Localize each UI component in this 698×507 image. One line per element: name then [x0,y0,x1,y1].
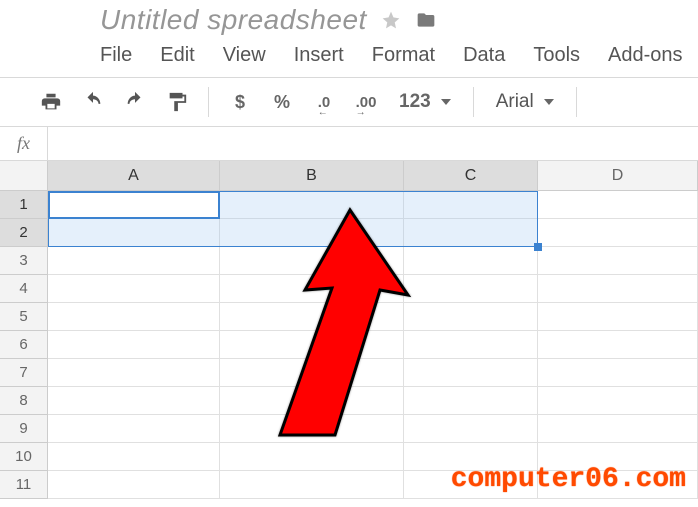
column-header-d[interactable]: D [538,161,698,190]
row-header-9[interactable]: 9 [0,415,47,443]
menu-addons[interactable]: Add-ons [608,44,683,67]
print-icon[interactable] [34,84,68,120]
paint-format-icon[interactable] [160,84,194,120]
cells-area[interactable] [48,191,698,499]
column-header-c[interactable]: C [404,161,538,190]
menu-file[interactable]: File [100,44,132,67]
chevron-down-icon [544,99,554,105]
fx-label: fx [0,127,48,160]
number-format-dropdown[interactable]: 123 [391,91,459,113]
row-header-2[interactable]: 2 [0,219,47,247]
menu-data[interactable]: Data [463,44,505,67]
formula-input[interactable] [48,127,698,160]
decrease-decimal-button[interactable]: .0← [307,84,341,120]
font-family-dropdown[interactable]: Arial [488,91,562,113]
percent-button[interactable]: % [265,84,299,120]
toolbar: $ % .0← .00→ 123 Arial [0,77,698,127]
row-header-6[interactable]: 6 [0,331,47,359]
row-header-10[interactable]: 10 [0,443,47,471]
currency-button[interactable]: $ [223,84,257,120]
menu-tools[interactable]: Tools [533,44,580,67]
select-all-corner[interactable] [0,161,48,191]
star-icon[interactable] [381,10,401,30]
column-headers: A B C D [48,161,698,191]
spreadsheet-grid[interactable]: A B C D 1 2 3 4 5 6 7 8 9 10 11 [0,161,698,501]
column-header-a[interactable]: A [48,161,220,190]
folder-icon[interactable] [415,10,437,30]
undo-icon[interactable] [76,84,110,120]
row-header-7[interactable]: 7 [0,359,47,387]
row-header-3[interactable]: 3 [0,247,47,275]
redo-icon[interactable] [118,84,152,120]
menu-format[interactable]: Format [372,44,435,67]
row-header-4[interactable]: 4 [0,275,47,303]
column-header-b[interactable]: B [220,161,404,190]
menu-insert[interactable]: Insert [294,44,344,67]
chevron-down-icon [441,99,451,105]
watermark-text: computer06.com [451,464,686,495]
menu-edit[interactable]: Edit [160,44,194,67]
title-row: Untitled spreadsheet [0,0,698,36]
increase-decimal-button[interactable]: .00→ [349,84,383,120]
toolbar-separator [473,87,474,117]
formula-bar: fx [0,127,698,161]
row-headers: 1 2 3 4 5 6 7 8 9 10 11 [0,191,48,499]
row-header-1[interactable]: 1 [0,191,47,219]
selection-fill-handle[interactable] [534,243,542,251]
row-header-11[interactable]: 11 [0,471,47,499]
menu-bar: File Edit View Insert Format Data Tools … [0,36,698,77]
menu-view[interactable]: View [223,44,266,67]
toolbar-separator [576,87,577,117]
row-header-8[interactable]: 8 [0,387,47,415]
document-title[interactable]: Untitled spreadsheet [100,4,367,36]
row-header-5[interactable]: 5 [0,303,47,331]
toolbar-separator [208,87,209,117]
